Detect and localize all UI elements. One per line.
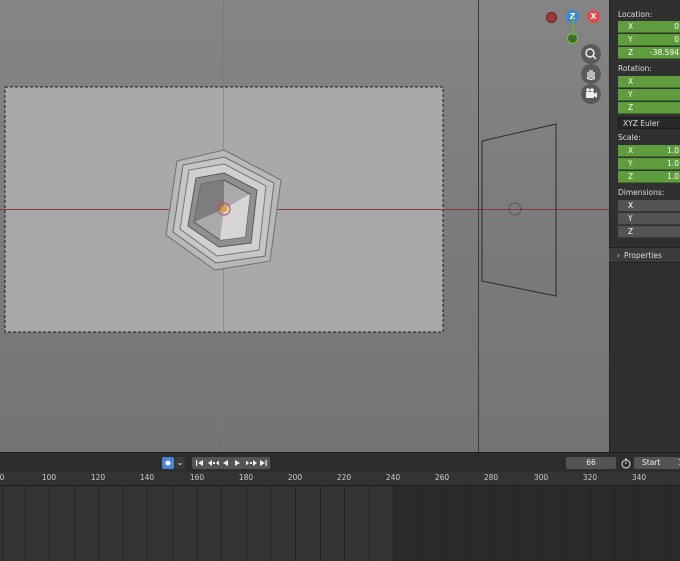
rotation-label: Rotation:: [618, 64, 652, 73]
ruler-tick: 220: [336, 473, 352, 482]
playback-icons: [196, 460, 267, 466]
ruler-tick: 200: [287, 473, 303, 482]
ruler-tick: 340: [631, 473, 647, 482]
zoom-icon[interactable]: [581, 44, 601, 64]
auto-keying-icon[interactable]: [162, 457, 174, 469]
ruler-tick: 280: [483, 473, 499, 482]
frame-ruler[interactable]: 0 100 120 140 160 180 200 220 240 260 28…: [0, 472, 680, 486]
properties-label: Properties: [624, 251, 662, 260]
ruler-tick: 260: [434, 473, 450, 482]
ruler-tick: 100: [41, 473, 57, 482]
scale-x-field[interactable]: X 1.0: [618, 145, 680, 157]
rotation-mode-select[interactable]: XYZ Euler: [618, 117, 680, 129]
rotation-y-field[interactable]: Y: [618, 89, 680, 101]
start-frame-field[interactable]: Start 1: [634, 457, 680, 469]
camera-view-icon[interactable]: [581, 84, 601, 104]
dimensions-label: Dimensions:: [618, 188, 665, 197]
rotation-z-field[interactable]: Z: [618, 102, 680, 114]
dimensions-z-field[interactable]: Z: [618, 226, 680, 238]
timeline-header: ⌄ 66 Start 1: [0, 452, 680, 472]
location-x-field[interactable]: X0: [618, 21, 680, 33]
ruler-tick: 120: [90, 473, 106, 482]
sidebar-item-panel: Location: X0 Y0 Z -38.594 Rotation: X Y Z…: [609, 0, 680, 452]
ruler-tick: 140: [139, 473, 155, 482]
pan-hand-icon[interactable]: [581, 64, 601, 84]
rotation-x-field[interactable]: X: [618, 76, 680, 88]
stopwatch-icon[interactable]: [620, 457, 632, 469]
ruler-tick: 0: [0, 473, 5, 482]
scale-y-field[interactable]: Y 1.0: [618, 158, 680, 170]
location-z-field[interactable]: Z -38.594: [618, 47, 680, 59]
ruler-tick: 240: [385, 473, 401, 482]
start-label: Start: [642, 458, 661, 467]
ruler-tick: 180: [238, 473, 254, 482]
dimensions-x-field[interactable]: X: [618, 200, 680, 212]
current-frame-field[interactable]: 66: [566, 457, 616, 469]
timeline-tracks[interactable]: [0, 486, 680, 561]
scale-label: Scale:: [618, 133, 641, 142]
3d-viewport[interactable]: Z X: [0, 0, 609, 452]
ruler-tick: 160: [189, 473, 205, 482]
viewport-scene: [0, 0, 609, 452]
chevron-down-icon[interactable]: ⌄: [175, 457, 185, 469]
location-label: Location:: [618, 10, 653, 19]
ruler-tick: 300: [533, 473, 549, 482]
location-y-field[interactable]: Y0: [618, 34, 680, 46]
dimensions-y-field[interactable]: Y: [618, 213, 680, 225]
scale-z-field[interactable]: Z 1.0: [618, 171, 680, 183]
gizmo-lines: [572, 17, 574, 36]
playback-controls: [192, 457, 270, 469]
ruler-tick: 320: [582, 473, 598, 482]
properties-section-header[interactable]: › Properties: [609, 247, 680, 263]
chevron-right-icon: ›: [617, 251, 620, 260]
